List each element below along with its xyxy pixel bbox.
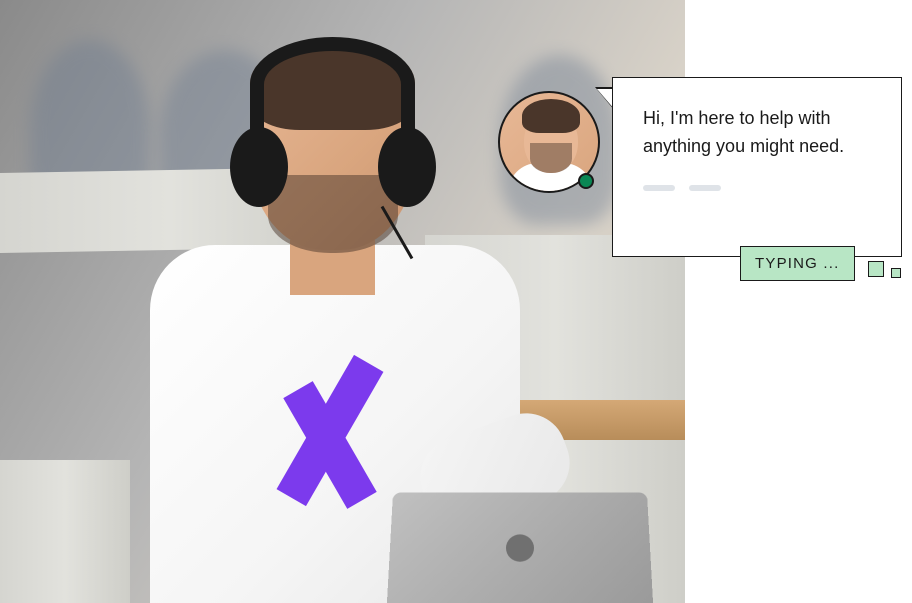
chat-bubble: Hi, I'm here to help with anything you m… xyxy=(612,77,902,257)
support-agent-photo xyxy=(0,0,685,603)
decorative-box-icon xyxy=(868,261,884,277)
cubicle-partition xyxy=(0,460,130,603)
beard xyxy=(268,175,398,253)
typing-placeholder xyxy=(643,185,871,191)
headset-earcup xyxy=(378,127,436,207)
typing-status-badge: TYPING ... xyxy=(740,246,855,281)
avatar-beard xyxy=(530,143,572,173)
headset-icon xyxy=(250,37,415,132)
brand-logo-icon xyxy=(265,355,395,505)
headset-earcup xyxy=(230,127,288,207)
presence-indicator-icon xyxy=(578,173,594,189)
avatar-hair xyxy=(522,99,580,133)
dash-icon xyxy=(689,185,721,191)
chat-message-text: Hi, I'm here to help with anything you m… xyxy=(643,105,871,161)
decorative-box-icon xyxy=(891,268,901,278)
laptop-icon xyxy=(387,493,653,603)
dash-icon xyxy=(643,185,675,191)
